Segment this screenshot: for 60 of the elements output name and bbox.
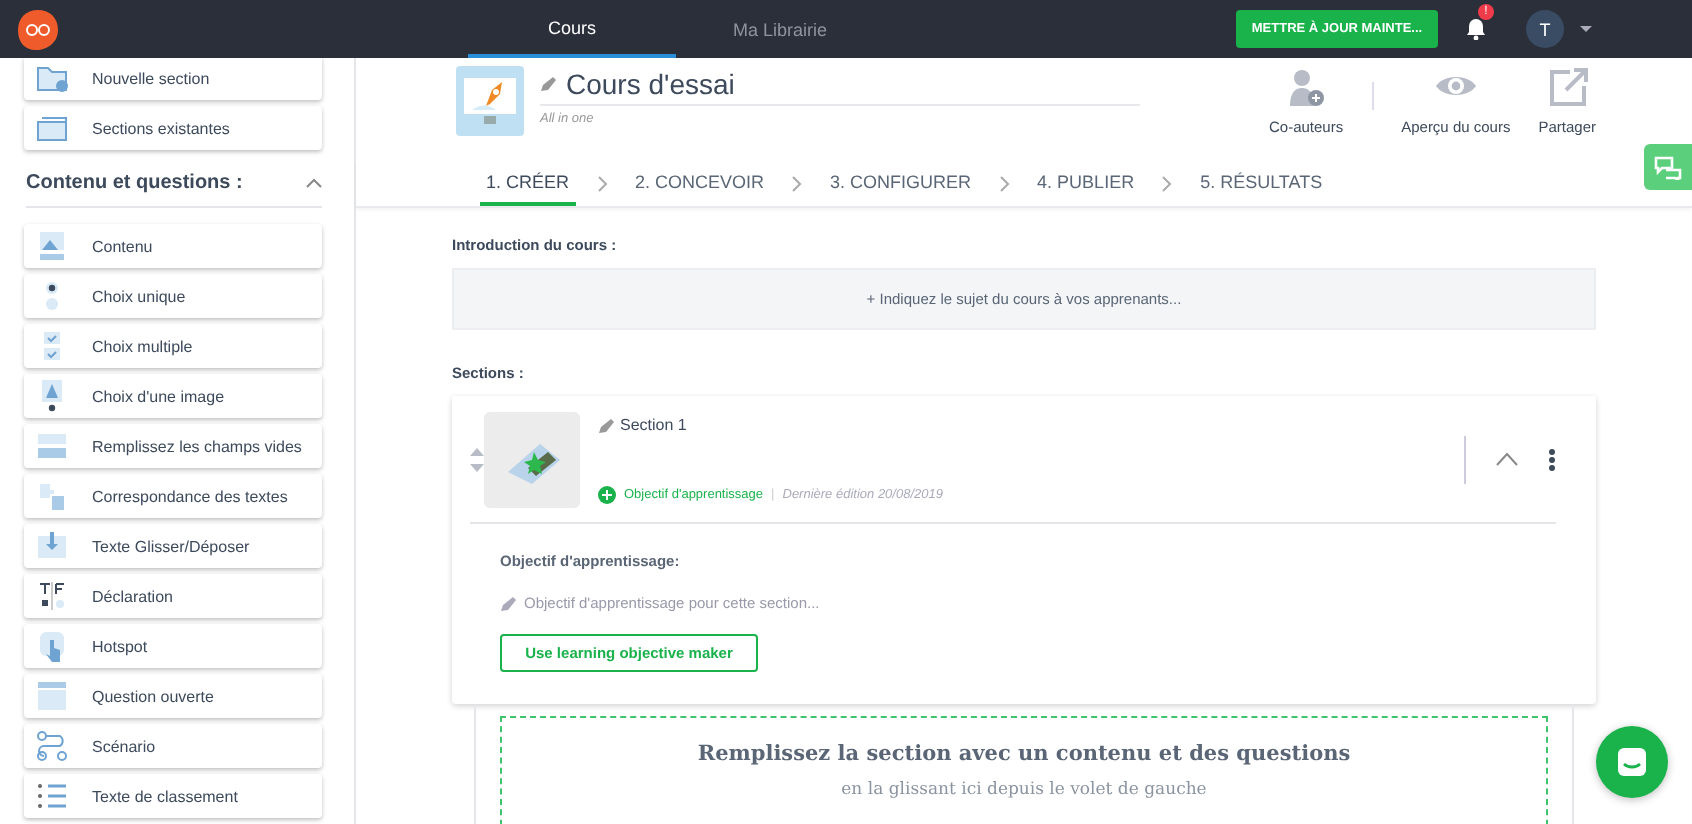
course-thumbnail-icon [456, 66, 524, 136]
sidebar-item[interactable]: Sections existantes [24, 106, 322, 150]
sidebar-item[interactable]: Texte Glisser/Déposer [24, 524, 322, 568]
nav-tab[interactable]: Cours [468, 0, 676, 58]
sidebar-item[interactable]: Choix multiple [24, 324, 322, 368]
sidebar-item[interactable]: Hotspot [24, 624, 322, 668]
people-add-icon [1284, 66, 1329, 110]
pencil-icon [540, 76, 556, 92]
step-tab[interactable]: 2. CONCEVOIR [629, 162, 771, 206]
chevron-right-icon [792, 176, 803, 192]
true-false-icon [36, 580, 68, 612]
bell-icon [1466, 18, 1486, 40]
step-tab[interactable]: 4. PUBLIER [1031, 162, 1141, 206]
avatar[interactable]: T [1526, 10, 1564, 48]
flow-icon [36, 730, 68, 762]
sidebar-item[interactable]: Scénario [24, 724, 322, 768]
text-area-icon [36, 680, 68, 712]
drop-zone[interactable]: Remplissez la section avec un contenu et des questions en la glissant ici depuis le volet de gauche [500, 716, 1548, 824]
sidebar-item[interactable]: Question ouverte [24, 674, 322, 718]
chat-bubbles-icon [1654, 155, 1682, 179]
sidebar-item[interactable]: Contenu [24, 224, 322, 268]
folder-icon [36, 62, 68, 94]
pencil-icon [500, 595, 516, 611]
step-tab[interactable]: 1. CRÉER [480, 162, 576, 206]
tree-picture-icon [36, 380, 68, 412]
sidebar-item[interactable]: Nouvelle section [24, 58, 322, 100]
chevron-right-icon [999, 176, 1010, 192]
section-thumbnail-icon [484, 411, 580, 507]
chevron-right-icon [1162, 176, 1173, 192]
feedback-tab[interactable] [1644, 144, 1692, 190]
nav-tab[interactable]: Ma Librairie [676, 0, 884, 58]
more-icon[interactable] [1548, 447, 1556, 471]
sidebar-item[interactable]: Texte de classement [24, 774, 322, 818]
logo-icon [16, 7, 60, 51]
step-tab[interactable]: 5. RÉSULTATS [1194, 162, 1329, 206]
sidebar-item[interactable]: Choix unique [24, 274, 322, 318]
sidebar-item[interactable]: Correspondance des textes [24, 474, 322, 518]
share-icon [1545, 66, 1590, 110]
chevron-right-icon [597, 176, 608, 192]
touch-icon [36, 630, 68, 662]
section-heading: Contenu et questions : [26, 172, 243, 194]
collapse-icon[interactable] [1496, 452, 1518, 466]
sidebar-item[interactable]: Déclaration [24, 574, 322, 618]
chevron-icon[interactable] [306, 178, 322, 188]
puzzle-icon [36, 480, 68, 512]
step-tab[interactable]: 3. CONFIGURER [824, 162, 978, 206]
list-icon [36, 780, 68, 812]
drop-icon [36, 530, 68, 562]
plus-circle-icon [598, 486, 616, 504]
chat-icon [1616, 746, 1648, 778]
course-title[interactable]: Cours d'essai [566, 68, 735, 100]
chat-button[interactable] [1596, 726, 1668, 798]
caret-icon [1580, 25, 1592, 33]
image-icon [36, 230, 68, 262]
sidebar-item[interactable]: Choix d'une image [24, 374, 322, 418]
input-lines-icon [36, 430, 68, 462]
sidebar-item[interactable]: Remplissez les champs vides [24, 424, 322, 468]
section-title[interactable]: Section 1 [620, 416, 687, 434]
pencil-icon [598, 417, 614, 433]
folders-icon [36, 112, 68, 144]
